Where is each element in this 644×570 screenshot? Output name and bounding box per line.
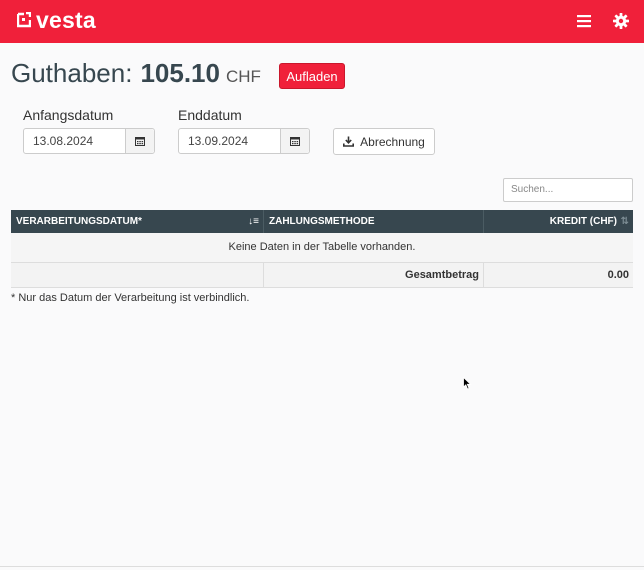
calendar-icon xyxy=(290,137,300,146)
table-header: Verarbeitungsdatum* ↓≡ Zahlungsmethode K… xyxy=(11,210,633,233)
download-icon xyxy=(343,136,355,147)
sort-desc-icon: ↓≡ xyxy=(248,216,259,227)
table-footer: Gesamtbetrag 0.00 xyxy=(11,263,633,288)
mouse-cursor-icon xyxy=(463,377,472,390)
brand-logo[interactable]: vesta xyxy=(17,7,96,33)
balance-label: Guthaben: xyxy=(11,58,133,88)
gear-icon[interactable] xyxy=(612,12,630,30)
column-label: Zahlungsmethode xyxy=(269,216,375,227)
column-label: Verarbeitungsdatum* xyxy=(16,216,142,227)
topup-button[interactable]: Aufladen xyxy=(279,63,345,89)
total-value: 0.00 xyxy=(607,269,629,281)
vesta-logo-icon xyxy=(17,12,31,28)
total-label: Gesamtbetrag xyxy=(264,263,484,287)
top-navbar: vesta xyxy=(0,0,644,43)
column-header-processing-date[interactable]: Verarbeitungsdatum* ↓≡ xyxy=(11,210,264,233)
calendar-icon xyxy=(135,137,145,146)
export-statement-button[interactable]: Abrechnung xyxy=(333,128,435,155)
footer-cell-empty xyxy=(11,263,264,287)
table-empty-message: Keine Daten in der Tabelle vorhanden. xyxy=(11,233,633,263)
page-bottom-divider xyxy=(0,566,644,567)
end-date-label: Enddatum xyxy=(178,107,242,123)
transactions-table: Verarbeitungsdatum* ↓≡ Zahlungsmethode K… xyxy=(11,210,633,288)
column-label: Kredit (CHF) xyxy=(549,216,617,227)
start-date-picker-button[interactable] xyxy=(125,129,154,153)
end-date-field: 13.09.2024 xyxy=(178,128,310,154)
start-date-input[interactable]: 13.08.2024 xyxy=(24,129,125,153)
column-header-payment-method[interactable]: Zahlungsmethode xyxy=(264,210,484,233)
balance-value: 105.10 xyxy=(140,58,220,88)
start-date-field: 13.08.2024 xyxy=(23,128,155,154)
end-date-picker-button[interactable] xyxy=(280,129,309,153)
end-date-input[interactable]: 13.09.2024 xyxy=(179,129,280,153)
balance-currency: CHF xyxy=(225,67,261,86)
column-header-credit[interactable]: Kredit (CHF) ⇅ xyxy=(484,210,633,233)
brand-name: vesta xyxy=(36,6,96,33)
search-input[interactable]: Suchen... xyxy=(503,178,633,202)
menu-icon[interactable] xyxy=(575,12,593,30)
export-button-label: Abrechnung xyxy=(360,134,425,149)
footnote: * Nur das Datum der Verarbeitung ist ver… xyxy=(11,292,250,304)
balance-display: Guthaben: 105.10 CHF xyxy=(11,58,261,89)
start-date-label: Anfangsdatum xyxy=(23,107,114,123)
sort-both-icon: ⇅ xyxy=(620,216,629,227)
